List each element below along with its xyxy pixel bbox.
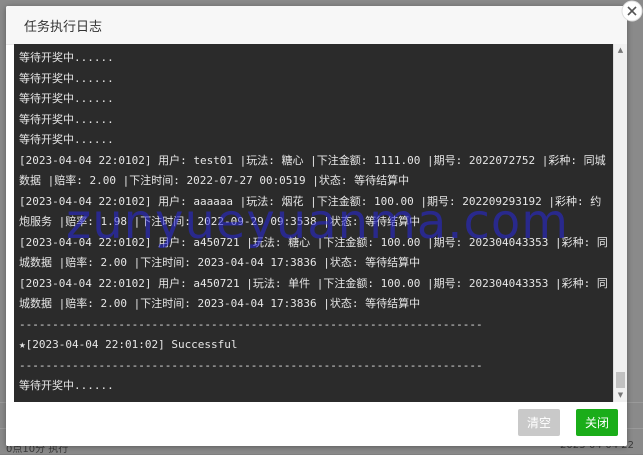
log-line: [2023-04-04 22:0102] 用户: a450721 |玩法: 糖心…: [19, 235, 608, 270]
log-line: ----------------------------------------…: [19, 317, 483, 331]
log-line: [2023-04-04 22:0102] 用户: test01 |玩法: 糖心 …: [19, 153, 606, 188]
scrollbar-thumb[interactable]: [616, 372, 625, 388]
log-line: [2023-04-04 22:0102] 用户: aaaaaa |玩法: 烟花 …: [19, 194, 602, 229]
log-output-panel[interactable]: 等待开奖中...... 等待开奖中...... 等待开奖中...... 等待开奖中..…: [14, 44, 627, 402]
log-line: [2023-04-04 22:0102] 用户: a450721 |玩法: 单件…: [19, 276, 608, 311]
log-line: 等待开奖中......: [19, 379, 114, 392]
modal-title: 任务执行日志: [24, 20, 103, 35]
log-line: 等待开奖中......: [19, 133, 114, 146]
log-line: 等待开奖中......: [19, 112, 114, 126]
modal-footer: 清空 关闭: [6, 402, 627, 446]
close-button[interactable]: 关闭: [576, 409, 618, 436]
task-log-modal: 任务执行日志 等待开奖中...... 等待开奖中...... 等待开奖中......…: [6, 6, 627, 446]
close-icon[interactable]: [621, 0, 643, 22]
scroll-down-arrow-icon[interactable]: ▼: [614, 389, 627, 402]
scroll-up-arrow-icon[interactable]: ▲: [614, 44, 627, 57]
log-line: ★[2023-04-04 22:01:02] Successful: [19, 338, 238, 351]
modal-header: 任务执行日志: [6, 6, 627, 45]
clear-button[interactable]: 清空: [518, 409, 560, 436]
log-line: 等待开奖中......: [19, 51, 114, 64]
log-line: 等待开奖中......: [19, 92, 114, 105]
log-content: 等待开奖中...... 等待开奖中...... 等待开奖中...... 等待开奖中..…: [19, 48, 609, 397]
log-line: 等待开奖中......: [19, 71, 114, 85]
log-line: ----------------------------------------…: [19, 358, 483, 372]
log-scrollbar[interactable]: ▲ ▼: [613, 44, 627, 402]
